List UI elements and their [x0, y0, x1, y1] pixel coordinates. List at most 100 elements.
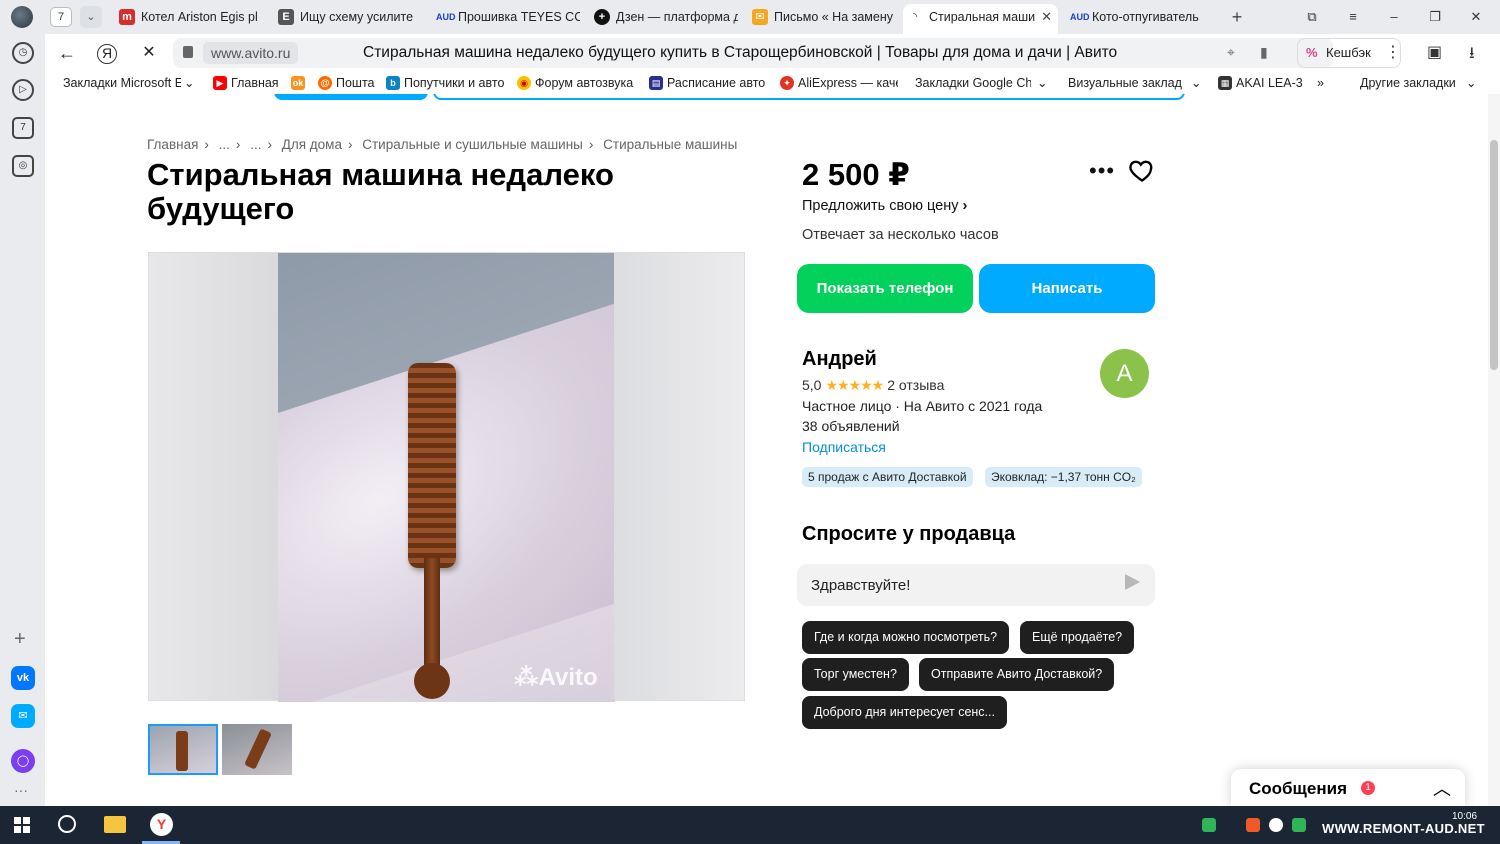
tab-teyes[interactable]: AUD Прошивка TEYES CC	[432, 4, 580, 30]
photo-gallery[interactable]: ⁂Avito	[148, 252, 745, 702]
tab-mail[interactable]: ✉ Письмо « На замену	[748, 4, 896, 30]
close-window-icon[interactable]: ✕	[1464, 6, 1488, 28]
chevron-down-icon[interactable]: ⌄	[184, 74, 196, 92]
thumbnail-1[interactable]	[148, 724, 218, 775]
breadcrumb-item[interactable]: ...	[250, 137, 261, 152]
subscribe-link[interactable]: Подписаться	[802, 439, 886, 455]
favorite-heart-icon[interactable]	[1128, 156, 1156, 184]
message-input[interactable]	[797, 564, 1155, 606]
tab-amplifier[interactable]: E Ищу схему усилите	[274, 4, 422, 30]
bookmark-forum[interactable]: ◉ Форум автозвука	[517, 74, 635, 92]
location-icon[interactable]: ⌖	[1227, 44, 1235, 61]
delivery-sales-badge[interactable]: 5 продаж с Авито Доставкой	[802, 467, 973, 487]
quick-question-button[interactable]: Торг уместен?	[802, 658, 909, 691]
bookmark-folder-other[interactable]: Другие закладки	[1360, 74, 1460, 92]
bookmark-folder-microsoft[interactable]: Закладки Microsoft E	[63, 74, 181, 92]
bookmark-schedule[interactable]: ▤ Расписание авто	[649, 74, 767, 92]
listing-photo[interactable]	[278, 253, 615, 702]
search-icon[interactable]	[58, 815, 76, 833]
breadcrumb-item[interactable]: Стиральные машины	[603, 137, 737, 152]
app-tray-icon[interactable]	[1246, 818, 1260, 832]
breadcrumb-item[interactable]: Стиральные и сушильные машины	[362, 137, 583, 152]
tab-count-button[interactable]: 7	[50, 7, 72, 27]
download-icon[interactable]: ⭳	[1469, 42, 1475, 69]
eco-badge[interactable]: Эковклад: −1,37 тонн CO₂	[985, 467, 1142, 487]
reading-mode-icon[interactable]: ▣	[1427, 42, 1442, 62]
domain-label[interactable]: www.avito.ru	[203, 42, 299, 64]
bookmark-blablacar[interactable]: b Попутчики и авто	[386, 74, 504, 92]
tab-koto[interactable]: AUD Кото-отпугиватель	[1066, 4, 1214, 30]
back-icon[interactable]: ←	[55, 42, 79, 66]
lock-icon[interactable]	[183, 46, 193, 58]
quick-question-button[interactable]: Где и когда можно посмотреть?	[802, 621, 1010, 654]
tab-avito-active[interactable]: ◝ Стиральная маши ✕	[903, 4, 1058, 34]
more-bookmarks-icon[interactable]: »	[1317, 74, 1331, 92]
more-vertical-icon[interactable]: ⋮	[1385, 42, 1401, 62]
bookmark-youtube[interactable]: ▶ Главная	[213, 74, 279, 92]
header-search-partial[interactable]	[433, 94, 1185, 100]
security-tray-icon[interactable]	[1202, 818, 1216, 832]
history-icon[interactable]: ◷	[12, 42, 34, 64]
yandex-tray-icon[interactable]	[1269, 818, 1283, 832]
add-panel-icon[interactable]: +	[14, 628, 26, 651]
breadcrumb-item[interactable]: Для дома	[282, 137, 342, 152]
messenger-icon[interactable]: ✉	[11, 704, 35, 728]
quick-question-button[interactable]: Отправите Авито Доставкой?	[919, 658, 1115, 691]
bookmark-ok[interactable]: ok	[291, 74, 309, 92]
new-tab-icon[interactable]: +	[1226, 6, 1248, 28]
file-explorer-icon[interactable]	[104, 816, 126, 833]
bookmark-aliexpress[interactable]: ✦ AliExpress — каче	[780, 74, 898, 92]
breadcrumb-item[interactable]: Главная	[147, 137, 198, 152]
seller-rating[interactable]: 5,0 ★★★★★ 2 отзыва	[802, 377, 944, 394]
url-field[interactable]: www.avito.ru Стиральная машина недалеко …	[173, 38, 1333, 68]
send-icon[interactable]	[1125, 574, 1140, 590]
tab-ariston[interactable]: m Котел Ariston Egis pl	[115, 4, 267, 30]
tab-dzen[interactable]: + Дзен — платформа д	[590, 4, 738, 30]
play-icon[interactable]: ▷	[12, 79, 34, 101]
more-horizontal-icon[interactable]: ···	[14, 782, 28, 798]
quick-question-button[interactable]: Доброго дня интересует сенс...	[802, 696, 1007, 729]
tabs-dropdown-icon[interactable]: ⌄	[80, 6, 102, 28]
bookmark-akai[interactable]: ▦ AKAI LEA-3	[1218, 74, 1308, 92]
chevron-down-icon[interactable]: ⌄	[1037, 74, 1049, 92]
calendar-icon[interactable]: 7	[12, 117, 34, 139]
bookmark-poshta[interactable]: @ Пошта	[318, 74, 376, 92]
offer-price-link[interactable]: Предложить свою цену ›	[802, 198, 967, 214]
header-button-partial[interactable]	[274, 94, 428, 100]
more-options-icon[interactable]: •••	[1089, 158, 1115, 184]
bookmark-icon[interactable]: ▮	[1260, 44, 1268, 61]
breadcrumb-item[interactable]: ...	[219, 137, 230, 152]
quick-question-button[interactable]: Ещё продаёте?	[1020, 621, 1135, 654]
messages-widget[interactable]: Сообщения 1 ︿	[1231, 769, 1465, 806]
bookmark-folder-google[interactable]: Закладки Google Ch	[915, 74, 1031, 92]
chevron-down-icon[interactable]: ⌄	[1191, 74, 1203, 92]
write-message-button[interactable]: Написать	[979, 264, 1155, 313]
collections-icon[interactable]: ⧉	[1300, 6, 1324, 28]
thumbnail-2[interactable]	[222, 724, 292, 775]
scrollbar[interactable]	[1488, 94, 1500, 806]
chevron-down-icon[interactable]: ⌄	[1466, 74, 1478, 92]
page-title-in-url[interactable]: Стиральная машина недалеко будущего купи…	[363, 44, 1117, 62]
reviews-count[interactable]: 2 отзыва	[887, 377, 944, 393]
stop-loading-icon[interactable]: ✕	[137, 42, 161, 66]
show-phone-button[interactable]: Показать телефон	[797, 264, 973, 313]
seller-name[interactable]: Андрей	[802, 348, 877, 371]
alice-icon[interactable]: ◯	[11, 749, 35, 773]
scrollbar-thumb[interactable]	[1490, 140, 1498, 370]
profile-avatar[interactable]	[11, 6, 33, 28]
seller-ads-count[interactable]: 38 объявлений	[802, 418, 900, 434]
chevron-up-icon[interactable]: ︿	[1433, 775, 1451, 801]
minimize-icon[interactable]: –	[1382, 6, 1406, 28]
network-tray-icon[interactable]	[1292, 818, 1306, 832]
menu-icon[interactable]: ≡	[1341, 6, 1365, 28]
screenshot-icon[interactable]: ◎	[12, 155, 34, 177]
seller-avatar[interactable]: А	[1100, 349, 1149, 398]
yandex-home-icon[interactable]: Я	[97, 44, 117, 64]
vk-icon[interactable]: vk	[11, 666, 35, 690]
clock[interactable]: 10:06	[1452, 811, 1477, 822]
bookmark-folder-visual[interactable]: Визуальные заклад	[1068, 74, 1184, 92]
restore-icon[interactable]: ❐	[1423, 6, 1447, 28]
close-tab-icon[interactable]: ✕	[1041, 4, 1052, 30]
windows-start-icon[interactable]	[14, 817, 30, 833]
yandex-browser-icon[interactable]: Y	[150, 813, 173, 836]
